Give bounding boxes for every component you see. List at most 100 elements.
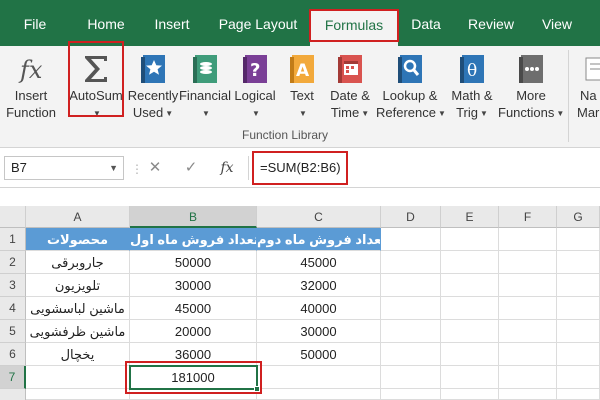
cell-a5[interactable]: ماشین ظرفشویی [26, 320, 130, 343]
date-time-button[interactable]: Date & Time ▼ [324, 46, 376, 134]
recently-used-button[interactable]: Recently Used ▼ [126, 46, 180, 134]
cell-e5[interactable] [441, 320, 499, 343]
cell-e2[interactable] [441, 251, 499, 274]
cell-g2[interactable] [557, 251, 600, 274]
row-header-4[interactable]: 4 [0, 297, 26, 320]
cell-c1[interactable]: تعداد فروش ماه دوم [257, 228, 381, 251]
cell-c3[interactable]: 32000 [257, 274, 381, 297]
tab-data[interactable]: Data [404, 0, 448, 46]
formula-highlight [252, 151, 348, 185]
cell-e7[interactable] [441, 366, 499, 389]
cell-g1[interactable] [557, 228, 600, 251]
cell-d6[interactable] [381, 343, 441, 366]
cell-d5[interactable] [381, 320, 441, 343]
cell-a2[interactable]: جاروبرقی [26, 251, 130, 274]
cell-g4[interactable] [557, 297, 600, 320]
calendar-book-icon [333, 52, 367, 86]
column-header-d[interactable]: D [381, 206, 441, 228]
row-header-3[interactable]: 3 [0, 274, 26, 297]
cell-g3[interactable] [557, 274, 600, 297]
cell-d3[interactable] [381, 274, 441, 297]
row-header-8[interactable] [0, 389, 26, 400]
lookup-reference-button[interactable]: Lookup & Reference ▼ [376, 46, 446, 134]
tab-home[interactable]: Home [78, 0, 134, 46]
cell-d7[interactable] [381, 366, 441, 389]
row-header-5[interactable]: 5 [0, 320, 26, 343]
cell-f8[interactable] [499, 389, 557, 400]
cell-a3[interactable]: تلویزیون [26, 274, 130, 297]
cell-b5[interactable]: 20000 [130, 320, 257, 343]
column-header-g[interactable]: G [557, 206, 600, 228]
svg-text:θ: θ [467, 61, 477, 81]
cell-a6[interactable]: یخچال [26, 343, 130, 366]
cell-e4[interactable] [441, 297, 499, 320]
cell-c2[interactable]: 45000 [257, 251, 381, 274]
row-header-6[interactable]: 6 [0, 343, 26, 366]
logical-button[interactable]: ? Logical ▼ [232, 46, 278, 134]
tab-file[interactable]: File [14, 0, 56, 46]
column-header-b[interactable]: B [130, 206, 257, 228]
row-header-1[interactable]: 1 [0, 228, 26, 251]
confirm-entry-button[interactable]: ✓ [180, 156, 202, 180]
cell-f2[interactable] [499, 251, 557, 274]
cell-b3[interactable]: 30000 [130, 274, 257, 297]
cell-d2[interactable] [381, 251, 441, 274]
cell-e6[interactable] [441, 343, 499, 366]
cell-a4[interactable]: ماشین لباسشویی [26, 297, 130, 320]
chevron-down-icon[interactable]: ▼ [109, 157, 118, 179]
cell-g8[interactable] [557, 389, 600, 400]
cell-a8[interactable] [26, 389, 130, 400]
cell-d4[interactable] [381, 297, 441, 320]
money-book-icon [188, 52, 222, 86]
cell-g7[interactable] [557, 366, 600, 389]
cell-b1[interactable]: تعداد فروش ماه اول [130, 228, 257, 251]
cell-b4[interactable]: 45000 [130, 297, 257, 320]
tab-review[interactable]: Review [462, 0, 520, 46]
row-header-2[interactable]: 2 [0, 251, 26, 274]
select-all-corner[interactable] [0, 206, 26, 228]
more-functions-button[interactable]: More Functions ▼ [498, 46, 564, 134]
cancel-entry-button[interactable]: ✕ [144, 156, 166, 180]
text-button[interactable]: A Text ▼ [280, 46, 324, 134]
column-header-e[interactable]: E [441, 206, 499, 228]
name-manager-button[interactable]: Na Mar [574, 46, 600, 134]
insert-function-fx-icon[interactable]: fx [216, 156, 238, 180]
name-box[interactable]: B7 ▼ [4, 156, 124, 180]
cell-f6[interactable] [499, 343, 557, 366]
cell-g6[interactable] [557, 343, 600, 366]
cell-f4[interactable] [499, 297, 557, 320]
financial-button[interactable]: Financial ▼ [178, 46, 232, 134]
logical-label: Logical [234, 88, 276, 103]
cell-c6[interactable]: 50000 [257, 343, 381, 366]
cell-f5[interactable] [499, 320, 557, 343]
column-header-c[interactable]: C [257, 206, 381, 228]
cell-e3[interactable] [441, 274, 499, 297]
cell-c5[interactable]: 30000 [257, 320, 381, 343]
cell-d8[interactable] [381, 389, 441, 400]
cell-f7[interactable] [499, 366, 557, 389]
autosum-highlight [68, 41, 124, 117]
cell-f1[interactable] [499, 228, 557, 251]
tab-insert[interactable]: Insert [145, 0, 199, 46]
row-header-7[interactable]: 7 [0, 366, 26, 389]
cell-c7[interactable] [257, 366, 381, 389]
cell-a1[interactable]: محصولات [26, 228, 130, 251]
more-functions-label-2: Functions ▼ [498, 105, 565, 120]
cell-e8[interactable] [441, 389, 499, 400]
drag-handle-icon[interactable]: ⋮ [131, 162, 143, 176]
column-header-f[interactable]: F [499, 206, 557, 228]
column-header-a[interactable]: A [26, 206, 130, 228]
cell-b2[interactable]: 50000 [130, 251, 257, 274]
tab-view[interactable]: View [534, 0, 580, 46]
insert-function-button[interactable]: fx Insert Function [0, 46, 62, 134]
cell-d1[interactable] [381, 228, 441, 251]
cell-c8[interactable] [257, 389, 381, 400]
math-trig-button[interactable]: θ Math & Trig ▼ [446, 46, 498, 134]
cell-f3[interactable] [499, 274, 557, 297]
cell-g5[interactable] [557, 320, 600, 343]
cell-e1[interactable] [441, 228, 499, 251]
cell-c4[interactable]: 40000 [257, 297, 381, 320]
tab-page-layout[interactable]: Page Layout [212, 0, 304, 46]
name-manager-label-2: Mar [577, 105, 600, 120]
cell-a7[interactable] [26, 366, 130, 389]
